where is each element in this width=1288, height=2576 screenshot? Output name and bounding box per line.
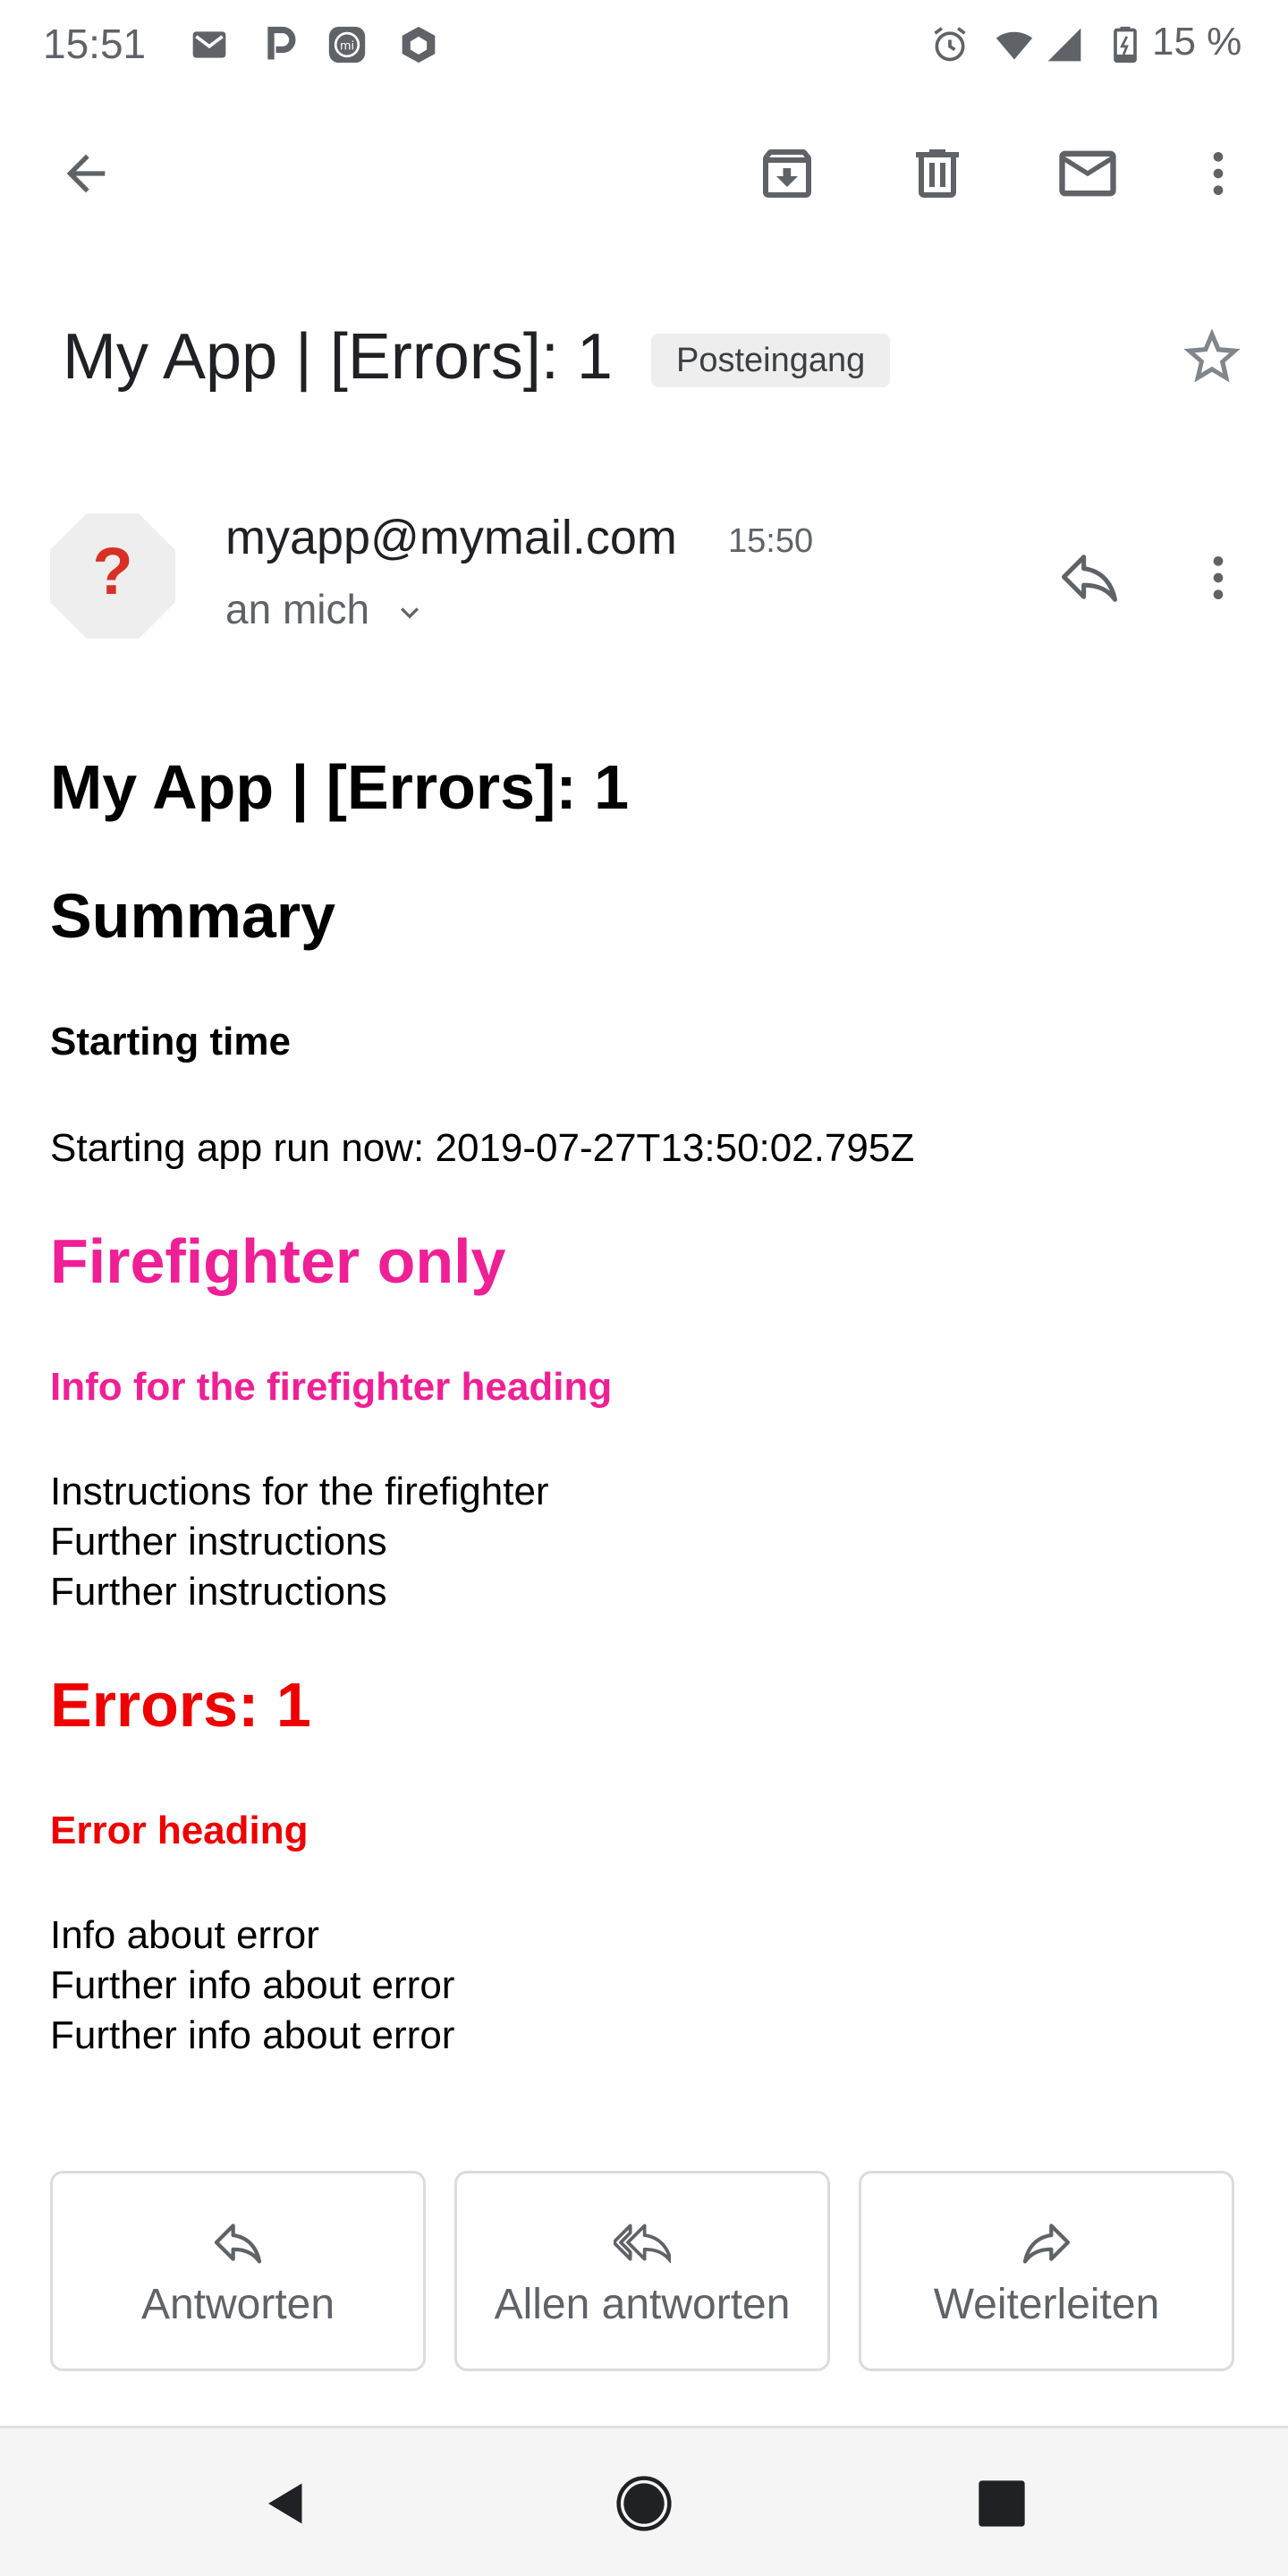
avatar-glyph: ? xyxy=(92,534,133,608)
forward-icon xyxy=(1022,2223,1071,2263)
status-bar: 15:51 mi 15 % xyxy=(0,0,1288,89)
svg-text:mi: mi xyxy=(340,40,354,54)
error-line: Further info about error xyxy=(50,2013,455,2057)
recipient-toggle[interactable]: an mich xyxy=(225,585,428,633)
reply-button[interactable] xyxy=(1045,535,1134,619)
delete-button[interactable] xyxy=(894,131,980,216)
gmail-icon xyxy=(192,31,226,58)
reply-action-button[interactable]: Antworten xyxy=(50,2171,426,2371)
nav-back-icon xyxy=(268,2483,302,2524)
wifi-icon xyxy=(996,31,1033,60)
battery-percent: 15 % xyxy=(1152,20,1242,64)
nav-home-icon xyxy=(616,2476,672,2531)
signal-icon xyxy=(1047,28,1081,62)
reply-all-icon xyxy=(614,2223,671,2263)
chevron-down-icon xyxy=(400,607,419,619)
reply-all-action-button[interactable]: Allen antworten xyxy=(454,2171,830,2371)
system-nav-bar xyxy=(0,2426,1288,2576)
nav-recents-icon xyxy=(979,2480,1025,2527)
forward-action-button[interactable]: Weiterleiten xyxy=(859,2171,1234,2371)
status-time: 15:51 xyxy=(43,21,147,67)
firefighter-heading: Firefighter only xyxy=(50,1226,506,1296)
email-subject: My App | [Errors]: 1 xyxy=(63,321,613,393)
back-button[interactable] xyxy=(43,131,129,216)
alarm-icon xyxy=(934,27,966,62)
star-icon xyxy=(1183,328,1241,383)
archive-icon xyxy=(763,149,811,198)
firefighter-line: Instructions for the firefighter xyxy=(50,1470,549,1513)
nav-home-button[interactable] xyxy=(608,2468,680,2539)
delete-icon xyxy=(916,149,959,198)
sender-avatar[interactable]: ? xyxy=(50,513,175,639)
error-subheading: Error heading xyxy=(50,1809,309,1852)
mi-icon: mi xyxy=(328,26,366,64)
error-line: Further info about error xyxy=(50,1963,455,2007)
more-vert-icon xyxy=(1213,152,1224,195)
mark-unread-icon xyxy=(1059,150,1116,197)
reply-icon xyxy=(214,2223,262,2263)
more-vert-icon xyxy=(1213,556,1224,599)
starting-time-text: Starting app run now: 2019-07-27T13:50:0… xyxy=(50,1126,915,1170)
sender-email: myapp@mymail.com xyxy=(225,511,677,564)
starting-time-heading: Starting time xyxy=(50,1020,291,1063)
errors-heading: Errors: 1 xyxy=(50,1670,311,1740)
nav-back-button[interactable] xyxy=(250,2468,322,2539)
forward-label: Weiterleiten xyxy=(933,2280,1160,2328)
summary-heading: Summary xyxy=(50,881,336,951)
more-options-button[interactable] xyxy=(1175,131,1261,216)
box-icon xyxy=(402,26,436,64)
p-icon xyxy=(267,26,296,60)
back-arrow-icon xyxy=(66,154,106,193)
message-more-button[interactable] xyxy=(1175,535,1261,621)
body-title: My App | [Errors]: 1 xyxy=(50,752,630,822)
error-line: Info about error xyxy=(50,1913,319,1957)
reply-all-label: Allen antworten xyxy=(494,2280,791,2328)
mark-unread-button[interactable] xyxy=(1045,131,1131,216)
recipient-label: an mich xyxy=(225,586,370,632)
firefighter-line: Further instructions xyxy=(50,1570,387,1614)
sender-time: 15:50 xyxy=(728,522,814,560)
inbox-label-chip[interactable]: Posteingang xyxy=(651,334,891,387)
archive-button[interactable] xyxy=(744,131,830,216)
firefighter-subheading: Info for the firefighter heading xyxy=(50,1365,613,1409)
reply-icon xyxy=(1061,555,1118,602)
battery-icon xyxy=(1114,26,1137,64)
nav-recents-button[interactable] xyxy=(966,2468,1038,2539)
firefighter-line: Further instructions xyxy=(50,1520,387,1563)
reply-label: Antworten xyxy=(140,2280,335,2328)
star-button[interactable] xyxy=(1174,318,1250,395)
